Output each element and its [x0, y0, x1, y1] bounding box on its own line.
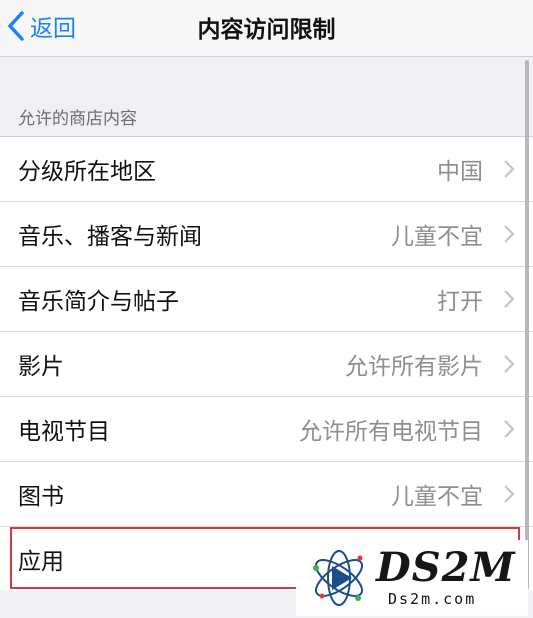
- watermark-domain: Ds2m.com: [388, 590, 477, 608]
- section-header: 允许的商店内容: [18, 109, 137, 129]
- row-music-profiles-posts[interactable]: 音乐简介与帖子 打开: [0, 267, 533, 332]
- atom-play-logo-icon: [313, 550, 363, 606]
- navigation-bar: 返回 内容访问限制: [0, 0, 533, 57]
- row-value: 中国: [437, 159, 483, 185]
- row-label: 电视节目: [18, 419, 110, 445]
- watermark-brand: DS2M: [376, 544, 516, 591]
- settings-list: 分级所在地区 中国 音乐、播客与新闻 儿童不宜 音乐简介与帖子 打开 影片 允许…: [0, 136, 533, 591]
- row-label: 音乐简介与帖子: [18, 289, 179, 315]
- scrollbar[interactable]: [525, 60, 529, 590]
- row-ratings-region[interactable]: 分级所在地区 中国: [0, 137, 533, 202]
- chevron-right-icon: [504, 225, 515, 243]
- chevron-right-icon: [504, 485, 515, 503]
- row-tv-shows[interactable]: 电视节目 允许所有电视节目: [0, 397, 533, 462]
- row-value: 允许所有电视节目: [299, 419, 483, 445]
- row-label: 音乐、播客与新闻: [18, 224, 202, 250]
- watermark: DS2M Ds2m.com: [296, 540, 528, 616]
- row-value: 儿童不宜: [391, 224, 483, 250]
- row-label: 影片: [18, 354, 64, 380]
- chevron-right-icon: [504, 290, 515, 308]
- chevron-right-icon: [504, 160, 515, 178]
- chevron-right-icon: [504, 420, 515, 438]
- row-value: 打开: [437, 289, 483, 315]
- row-music-podcasts-news[interactable]: 音乐、播客与新闻 儿童不宜: [0, 202, 533, 267]
- row-value: 允许所有影片: [345, 354, 483, 380]
- row-value: 儿童不宜: [391, 484, 483, 510]
- row-label: 分级所在地区: [18, 159, 156, 185]
- row-label: 应用: [18, 549, 64, 575]
- page-title: 内容访问限制: [197, 17, 336, 43]
- row-books[interactable]: 图书 儿童不宜: [0, 462, 533, 527]
- chevron-right-icon: [504, 355, 515, 373]
- row-label: 图书: [18, 484, 64, 510]
- row-movies[interactable]: 影片 允许所有影片: [0, 332, 533, 397]
